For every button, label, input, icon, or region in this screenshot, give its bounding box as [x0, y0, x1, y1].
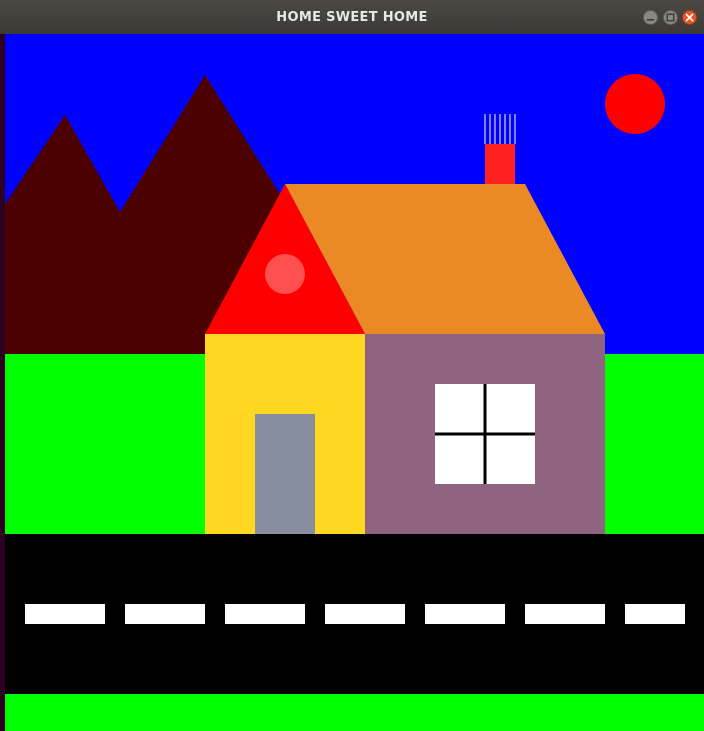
- close-button[interactable]: [682, 10, 697, 25]
- road-dash: [325, 604, 405, 624]
- road-dash: [425, 604, 505, 624]
- title-bar[interactable]: HOME SWEET HOME: [0, 0, 704, 35]
- chimney-smoke: [484, 114, 516, 144]
- scene: [5, 34, 704, 731]
- minimize-button[interactable]: [643, 10, 658, 25]
- grass-verge: [5, 694, 704, 731]
- door: [255, 414, 315, 534]
- app-window: HOME SWEET HOME: [0, 0, 704, 731]
- minimize-icon: [647, 19, 654, 21]
- road-dash: [25, 604, 105, 624]
- close-icon: [685, 13, 694, 22]
- chimney: [485, 144, 515, 186]
- window-frame-horizontal: [435, 432, 535, 436]
- road-dash: [225, 604, 305, 624]
- road-dash: [125, 604, 205, 624]
- maximize-icon: [666, 13, 675, 22]
- round-attic-window: [265, 254, 305, 294]
- road-dash: [525, 604, 605, 624]
- road-dash: [625, 604, 685, 624]
- window-title: HOME SWEET HOME: [276, 10, 428, 25]
- drawing-canvas: [5, 34, 704, 731]
- sun: [605, 74, 665, 134]
- maximize-button[interactable]: [663, 10, 678, 25]
